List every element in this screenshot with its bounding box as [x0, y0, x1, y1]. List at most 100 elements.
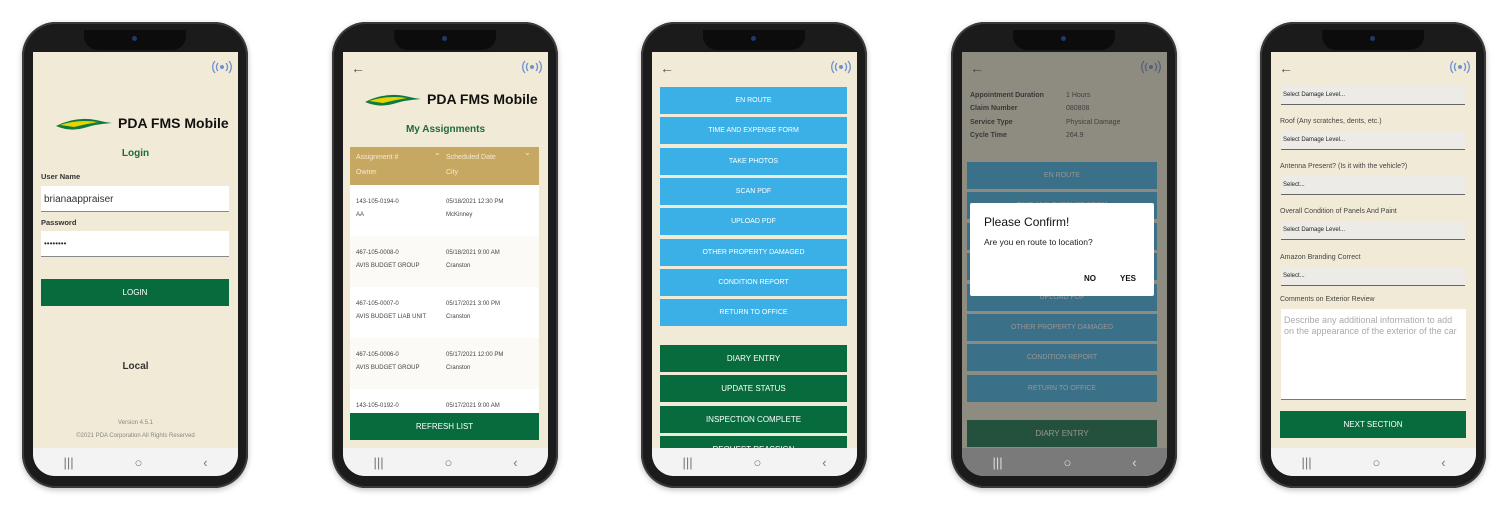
back-nav-icon[interactable]: ‹: [513, 455, 517, 470]
signal-broadcast-icon[interactable]: [522, 60, 542, 74]
copyright-text: ©2021 PDA Corporation All Rights Reserve…: [76, 433, 195, 439]
cell-date: 05/18/2021 9:00 AM: [446, 250, 500, 256]
recent-apps-icon[interactable]: |||: [992, 455, 1002, 470]
cell-number: 467-105-0006-0: [356, 352, 399, 358]
recent-apps-icon[interactable]: |||: [373, 455, 383, 470]
login-screen: PDA FMS Mobile Login User Name brianaapp…: [33, 52, 238, 476]
field-label: Roof (Any scratches, dents, etc.): [1280, 118, 1382, 125]
home-icon[interactable]: ○: [134, 455, 142, 470]
android-nav-bar: ||| ○ ‹: [1271, 448, 1476, 476]
table-row[interactable]: 143-105-0194-0 AA 05/18/2021 12:30 PM McKin…: [350, 185, 539, 236]
actions-screen: ← EN ROUTE TIME AND EXPENSE FORM TAKE PHOT…: [652, 52, 857, 476]
next-section-button[interactable]: NEXT SECTION: [1280, 411, 1466, 438]
table-header: Assignment # Owner ⌄ Scheduled Date City…: [350, 147, 539, 185]
phone-exterior-form: ← Select Damage Level... Roof (Any scratc…: [1260, 22, 1486, 488]
username-label: User Name: [41, 172, 81, 181]
confirm-dialog: Please Confirm! Are you en route to loca…: [970, 203, 1154, 296]
home-icon[interactable]: ○: [1063, 455, 1071, 470]
back-nav-icon[interactable]: ‹: [1132, 455, 1136, 470]
action-button[interactable]: OTHER PROPERTY DAMAGED: [660, 238, 847, 266]
app-title: PDA FMS Mobile: [427, 91, 538, 107]
comments-textarea[interactable]: Describe any additional information to a…: [1281, 309, 1466, 400]
cell-number: 467-105-0008-0: [356, 250, 399, 256]
signal-broadcast-icon[interactable]: [831, 60, 851, 74]
field-label: Overall Condition of Panels And Paint: [1280, 208, 1397, 215]
notch: [394, 30, 496, 50]
back-nav-icon[interactable]: ‹: [203, 455, 207, 470]
cell-number: 143-105-0192-0: [356, 403, 399, 409]
recent-apps-icon[interactable]: |||: [63, 455, 73, 470]
table-row[interactable]: 467-105-0006-0 AVIS BUDGET GROUP 05/17/202…: [350, 338, 539, 389]
recent-apps-icon[interactable]: |||: [682, 455, 692, 470]
cell-date: 05/18/2021 12:30 PM: [446, 199, 504, 205]
field-label: Antenna Present? (Is it with the vehicle…: [1280, 163, 1408, 170]
home-icon[interactable]: ○: [1372, 455, 1380, 470]
login-heading: Login: [121, 148, 150, 159]
cell-date: 05/17/2021 3:00 PM: [446, 301, 501, 307]
back-nav-icon[interactable]: ‹: [1441, 455, 1445, 470]
comments-label: Comments on Exterior Review: [1280, 296, 1375, 303]
action-button[interactable]: RETURN TO OFFICE: [660, 299, 847, 327]
column-header-scheduled-date[interactable]: Scheduled Date: [446, 154, 496, 161]
refresh-list-button[interactable]: REFRESH LIST: [350, 413, 539, 440]
select-dropdown[interactable]: Select Damage Level...: [1281, 86, 1465, 105]
select-dropdown[interactable]: Select...: [1281, 176, 1465, 195]
notch: [1013, 30, 1115, 50]
action-button[interactable]: DIARY ENTRY: [660, 345, 847, 372]
action-button[interactable]: INSPECTION COMPLETE: [660, 405, 847, 433]
action-button[interactable]: UPDATE STATUS: [660, 375, 847, 403]
signal-broadcast-icon[interactable]: [1450, 60, 1470, 74]
table-row[interactable]: 467-105-0007-0 AVIS BUDGET LIAB UNIT 05/17…: [350, 287, 539, 338]
dialog-title: Please Confirm!: [984, 215, 1070, 229]
cell-date: 05/17/2021 12:00 PM: [446, 352, 504, 358]
chevron-down-icon[interactable]: ⌄: [524, 148, 531, 157]
arrow-left-icon[interactable]: ←: [1279, 60, 1293, 76]
login-button[interactable]: LOGIN: [41, 279, 229, 306]
action-button[interactable]: EN ROUTE: [660, 87, 847, 114]
phone-assignments: ← PDA FMS Mobile My Assignments Assignme…: [332, 22, 558, 488]
android-nav-bar: ||| ○ ‹: [652, 448, 857, 476]
assignments-screen: ← PDA FMS Mobile My Assignments Assignme…: [343, 52, 548, 476]
action-button[interactable]: TAKE PHOTOS: [660, 147, 847, 175]
chevron-down-icon[interactable]: ⌄: [434, 148, 441, 157]
recent-apps-icon[interactable]: |||: [1301, 455, 1311, 470]
cell-city: McKinney: [446, 212, 473, 218]
action-button[interactable]: TIME AND EXPENSE FORM: [660, 117, 847, 145]
password-label: Password: [41, 218, 77, 227]
cell-number: 467-105-0007-0: [356, 301, 399, 307]
yes-button[interactable]: YES: [1120, 274, 1136, 283]
select-dropdown[interactable]: Select...: [1281, 267, 1465, 286]
column-header-owner: Owner: [356, 169, 377, 176]
table-row[interactable]: 467-105-0008-0 AVIS BUDGET GROUP 05/18/202…: [350, 236, 539, 287]
password-input[interactable]: ••••••••: [41, 231, 229, 257]
cell-owner: AVIS BUDGET GROUP: [356, 263, 420, 269]
page-title: My Assignments: [405, 124, 486, 135]
signal-broadcast-icon[interactable]: [212, 60, 232, 74]
select-dropdown[interactable]: Select Damage Level...: [1281, 221, 1465, 240]
arrow-left-icon[interactable]: ←: [660, 60, 674, 76]
home-icon[interactable]: ○: [444, 455, 452, 470]
phone-actions: ← EN ROUTE TIME AND EXPENSE FORM TAKE PHOT…: [641, 22, 867, 488]
action-button[interactable]: SCAN PDF: [660, 177, 847, 205]
field-label: Amazon Branding Correct: [1280, 254, 1361, 261]
dialog-message: Are you en route to location?: [984, 237, 1093, 247]
swoosh-logo-icon: [365, 94, 421, 106]
notch: [84, 30, 186, 50]
back-nav-icon[interactable]: ‹: [822, 455, 826, 470]
action-button[interactable]: UPLOAD PDF: [660, 208, 847, 236]
cell-city: Cranston: [446, 365, 471, 371]
arrow-left-icon[interactable]: ←: [351, 60, 365, 76]
cell-number: 143-105-0194-0: [356, 199, 399, 205]
select-dropdown[interactable]: Select Damage Level...: [1281, 131, 1465, 150]
home-icon[interactable]: ○: [753, 455, 761, 470]
notch: [703, 30, 805, 50]
action-button[interactable]: CONDITION REPORT: [660, 268, 847, 296]
phone-confirm: ← Appointment Duration1 HoursClaim Numbe…: [951, 22, 1177, 488]
no-button[interactable]: NO: [1084, 274, 1096, 283]
cell-city: Cranston: [446, 263, 471, 269]
username-input[interactable]: brianaappraiser: [41, 186, 229, 212]
app-logo: PDA FMS Mobile: [56, 114, 229, 132]
phone-login: PDA FMS Mobile Login User Name brianaapp…: [22, 22, 248, 488]
cell-owner: AVIS BUDGET GROUP: [356, 365, 420, 371]
column-header-assignment[interactable]: Assignment #: [356, 154, 398, 161]
